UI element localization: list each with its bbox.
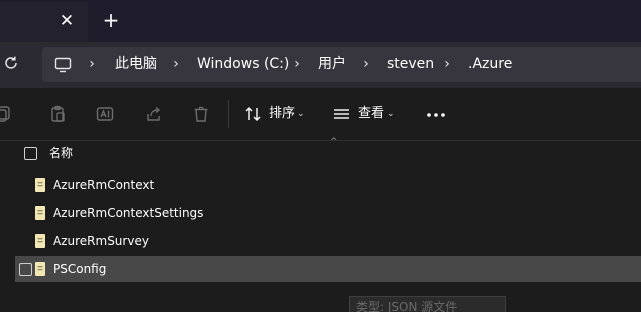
breadcrumb-separator-icon[interactable]: › xyxy=(86,56,98,72)
row-checkbox[interactable] xyxy=(19,263,32,276)
navigation-row: › 此电脑 › Windows (C:) › 用户 › steven › .Az… xyxy=(0,42,641,88)
list-item[interactable]: AzureRmSurvey xyxy=(15,228,641,254)
file-name: AzureRmContext xyxy=(53,178,155,192)
breadcrumb-this-pc[interactable]: 此电脑 xyxy=(115,55,157,73)
active-tab[interactable]: ✕ xyxy=(0,2,88,42)
paste-icon[interactable] xyxy=(49,105,67,123)
breadcrumb-separator-icon[interactable]: › xyxy=(291,56,303,72)
view-button[interactable]: 查看 ⌄ xyxy=(333,102,397,126)
tab-strip: ✕ + xyxy=(0,0,641,42)
file-name: AzureRmSurvey xyxy=(53,234,149,248)
file-explorer-window: ✕ + › 此电脑 › Windows (C:) › 用户 › steven ›… xyxy=(0,0,641,312)
breadcrumb-users[interactable]: 用户 xyxy=(318,55,346,73)
toolbar-divider xyxy=(228,100,229,128)
file-icon xyxy=(35,234,45,248)
sort-label: 排序 xyxy=(269,106,296,121)
breadcrumb-separator-icon[interactable]: › xyxy=(360,56,372,72)
sort-indicator-icon[interactable]: ^ xyxy=(330,138,340,147)
refresh-icon[interactable] xyxy=(2,54,20,72)
sort-button[interactable]: 排序 ⌄ xyxy=(244,102,308,126)
share-icon[interactable] xyxy=(145,105,163,123)
view-label: 查看 xyxy=(358,106,385,121)
column-header-name[interactable]: 名称 xyxy=(49,145,73,161)
computer-icon[interactable] xyxy=(54,56,72,74)
list-item[interactable]: AzureRmContextSettings xyxy=(15,200,641,226)
breadcrumb-windows-c[interactable]: Windows (C:) xyxy=(197,55,289,73)
file-name: AzureRmContextSettings xyxy=(53,206,204,220)
file-icon xyxy=(35,262,45,276)
copy-icon[interactable] xyxy=(0,105,12,123)
breadcrumb-azure[interactable]: .Azure xyxy=(468,55,512,73)
chevron-down-icon: ⌄ xyxy=(387,109,395,119)
delete-icon[interactable] xyxy=(192,105,210,123)
breadcrumb-separator-icon[interactable]: › xyxy=(441,56,453,72)
file-type-tooltip: 类型: JSON 源文件 xyxy=(349,296,506,312)
list-item-selected[interactable]: PSConfig xyxy=(15,256,641,282)
breadcrumb-steven[interactable]: steven xyxy=(387,55,434,73)
select-all-checkbox[interactable] xyxy=(24,147,37,160)
breadcrumb-separator-icon[interactable]: › xyxy=(170,56,182,72)
command-bar: 排序 ⌄ 查看 ⌄ xyxy=(0,88,641,141)
address-bar[interactable]: › 此电脑 › Windows (C:) › 用户 › steven › .Az… xyxy=(42,47,641,82)
new-tab-icon[interactable]: + xyxy=(101,10,121,30)
more-horizontal-icon[interactable] xyxy=(426,108,446,122)
close-tab-icon[interactable]: ✕ xyxy=(58,12,76,30)
file-list: 名称 AzureRmContext AzureRmContextSettings xyxy=(0,141,641,312)
column-header-row: 名称 xyxy=(0,141,641,167)
list-item[interactable]: AzureRmContext xyxy=(15,172,641,198)
chevron-down-icon: ⌄ xyxy=(297,109,305,119)
file-icon xyxy=(35,178,45,192)
file-name: PSConfig xyxy=(53,262,107,276)
view-list-icon xyxy=(334,109,349,119)
file-icon xyxy=(35,206,45,220)
rename-icon[interactable] xyxy=(96,105,114,123)
sort-icon xyxy=(245,107,261,121)
